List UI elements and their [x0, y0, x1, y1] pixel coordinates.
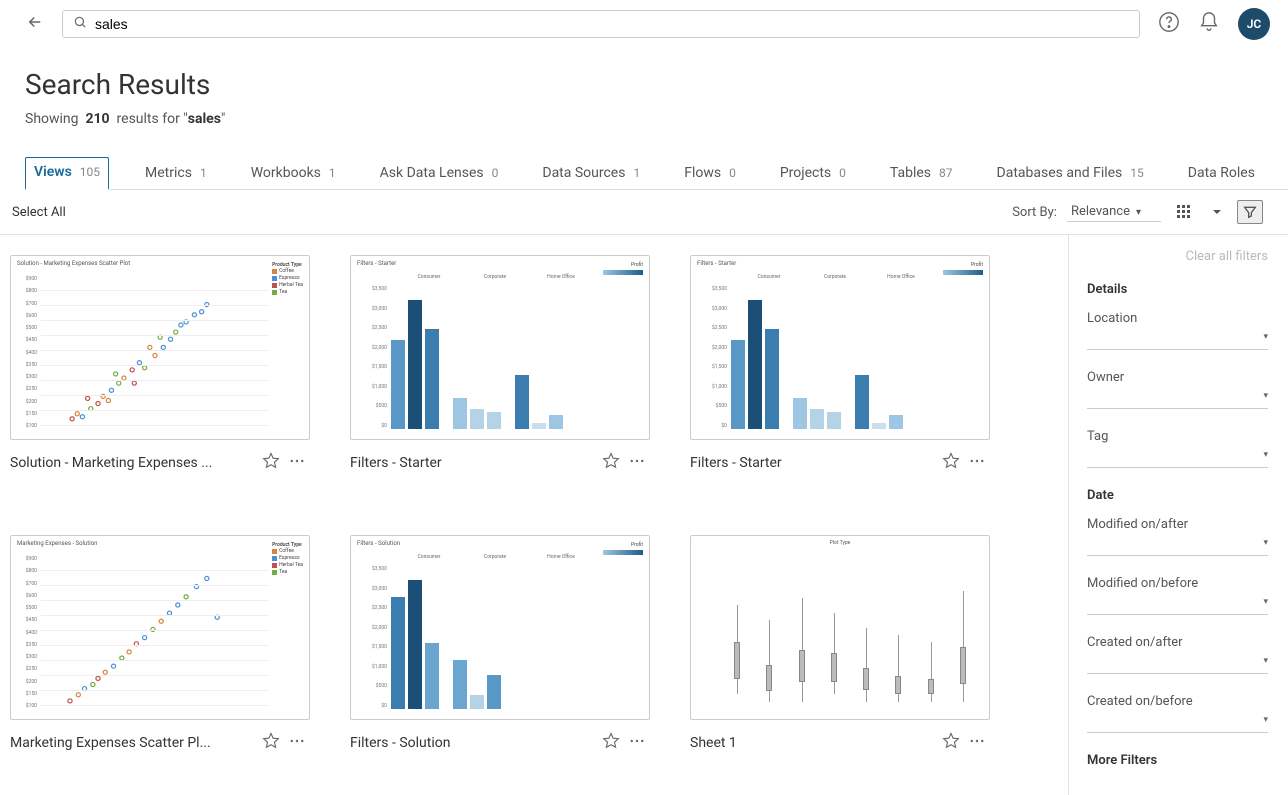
thumbnail: Filters - Starter Profit ConsumerCorpora…: [350, 255, 650, 440]
filter-panel: Clear all filters Details Location Owner…: [1068, 235, 1288, 795]
search-field[interactable]: [62, 10, 1140, 38]
more-icon[interactable]: [964, 450, 990, 476]
card-title: Marketing Expenses Scatter Pl...: [10, 735, 258, 751]
results-grid: Solution - Marketing Expenses Scatter Pl…: [0, 235, 1068, 795]
card-title: Filters - Starter: [350, 455, 598, 471]
filter-label-created-after: Created on/after: [1087, 635, 1268, 650]
more-icon[interactable]: [964, 730, 990, 756]
filter-section-more: More Filters: [1087, 753, 1268, 768]
filter-label-mod-after: Modified on/after: [1087, 517, 1268, 532]
thumbnail: Solution - Marketing Expenses Scatter Pl…: [10, 255, 310, 440]
page-title: Search Results: [25, 68, 1288, 101]
more-icon[interactable]: [624, 730, 650, 756]
result-card[interactable]: Plot Type Sheet 1: [690, 535, 990, 775]
thumbnail: Filters - Solution Profit ConsumerCorpor…: [350, 535, 650, 720]
tab-tables[interactable]: Tables87: [882, 159, 961, 189]
tab-workbooks[interactable]: Workbooks1: [243, 159, 344, 189]
tab-projects[interactable]: Projects0: [772, 159, 854, 189]
filter-label-created-before: Created on/before: [1087, 694, 1268, 709]
favorite-icon[interactable]: [598, 450, 624, 476]
filter-section-details: Details: [1087, 282, 1268, 297]
filter-created-after-select[interactable]: [1087, 656, 1268, 674]
clear-filters-button[interactable]: Clear all filters: [1087, 249, 1268, 264]
sort-by-label: Sort By:: [1012, 205, 1057, 220]
favorite-icon[interactable]: [258, 450, 284, 476]
favorite-icon[interactable]: [938, 450, 964, 476]
filter-location-select[interactable]: [1087, 332, 1268, 350]
result-card[interactable]: Solution - Marketing Expenses Scatter Pl…: [10, 255, 310, 495]
favorite-icon[interactable]: [598, 730, 624, 756]
help-icon[interactable]: [1158, 11, 1180, 37]
back-button[interactable]: [26, 13, 44, 35]
filter-mod-after-select[interactable]: [1087, 538, 1268, 556]
filter-tag-select[interactable]: [1087, 450, 1268, 468]
tab-data-sources[interactable]: Data Sources1: [534, 159, 648, 189]
user-avatar[interactable]: JC: [1238, 8, 1270, 40]
tab-ask-data-lenses[interactable]: Ask Data Lenses0: [372, 159, 507, 189]
result-card[interactable]: Filters - Starter Profit ConsumerCorpora…: [690, 255, 990, 495]
favorite-icon[interactable]: [938, 730, 964, 756]
card-title: Filters - Solution: [350, 735, 598, 751]
thumbnail: Filters - Starter Profit ConsumerCorpora…: [690, 255, 990, 440]
sort-by-select[interactable]: Relevance: [1067, 202, 1161, 222]
filter-owner-select[interactable]: [1087, 391, 1268, 409]
favorite-icon[interactable]: [258, 730, 284, 756]
card-title: Filters - Starter: [690, 455, 938, 471]
result-card[interactable]: Marketing Expenses - Solution Product Ty…: [10, 535, 310, 775]
results-summary: Showing 210 results for "sales": [25, 111, 1288, 127]
filter-section-date: Date: [1087, 488, 1268, 503]
grid-view-icon[interactable]: [1171, 200, 1197, 224]
tab-metrics[interactable]: Metrics1: [137, 159, 215, 189]
filter-created-before-select[interactable]: [1087, 715, 1268, 733]
more-icon[interactable]: [624, 450, 650, 476]
filter-label-tag: Tag: [1087, 429, 1268, 444]
result-tabs: Views105 Metrics1 Workbooks1 Ask Data Le…: [25, 157, 1288, 190]
filter-toggle-icon[interactable]: [1237, 200, 1263, 224]
filter-label-owner: Owner: [1087, 370, 1268, 385]
more-icon[interactable]: [284, 450, 310, 476]
thumbnail: Marketing Expenses - Solution Product Ty…: [10, 535, 310, 720]
card-title: Solution - Marketing Expenses ...: [10, 455, 258, 471]
tab-data-roles[interactable]: Data Roles: [1180, 159, 1263, 189]
thumbnail: Plot Type: [690, 535, 990, 720]
result-card[interactable]: Filters - Solution Profit ConsumerCorpor…: [350, 535, 650, 775]
bell-icon[interactable]: [1198, 11, 1220, 37]
card-title: Sheet 1: [690, 735, 938, 751]
result-card[interactable]: Filters - Starter Profit ConsumerCorpora…: [350, 255, 650, 495]
tab-databases-files[interactable]: Databases and Files15: [989, 159, 1152, 189]
search-icon: [73, 15, 87, 33]
view-dropdown-icon[interactable]: [1207, 203, 1227, 221]
filter-label-mod-before: Modified on/before: [1087, 576, 1268, 591]
filter-label-location: Location: [1087, 311, 1268, 326]
search-input[interactable]: [95, 16, 1129, 32]
tab-views[interactable]: Views105: [25, 157, 109, 190]
filter-mod-before-select[interactable]: [1087, 597, 1268, 615]
tab-flows[interactable]: Flows0: [676, 159, 744, 189]
more-icon[interactable]: [284, 730, 310, 756]
select-all-button[interactable]: Select All: [12, 205, 66, 220]
